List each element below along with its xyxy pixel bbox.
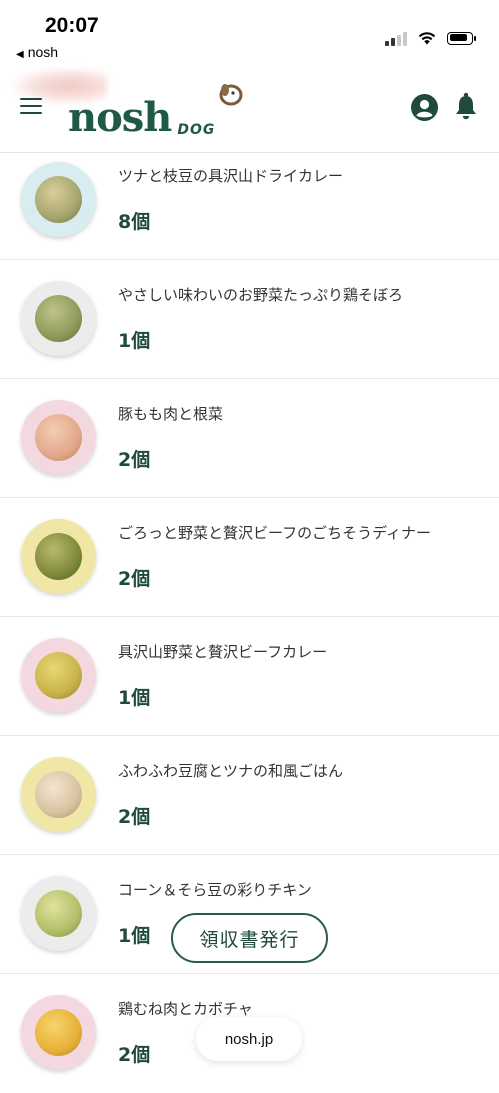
item-quantity: 2個 xyxy=(118,568,151,590)
hamburger-menu-icon[interactable] xyxy=(20,98,42,114)
list-item: ツナと枝豆の具沢山ドライカレー 8個 xyxy=(0,153,499,260)
item-quantity: 8個 xyxy=(118,211,151,233)
item-quantity: 1個 xyxy=(118,330,151,352)
list-item: ごろっと野菜と贅沢ビーフのごちそうディナー 2個 xyxy=(0,498,499,617)
back-triangle-icon: ◀ xyxy=(16,49,24,60)
logo-sub: DOG xyxy=(177,122,216,138)
status-icons xyxy=(385,30,476,46)
nosh-dog-logo[interactable]: nosh DOG xyxy=(68,80,243,142)
logo-word: nosh xyxy=(68,94,172,141)
cellular-signal-icon xyxy=(385,30,407,46)
food-bowl-image xyxy=(21,519,96,594)
list-item: 具沢山野菜と贅沢ビーフカレー 1個 xyxy=(0,617,499,736)
list-item: 豚もも肉と根菜 2個 xyxy=(0,379,499,498)
item-name: 具沢山野菜と贅沢ビーフカレー xyxy=(118,643,328,661)
item-quantity: 1個 xyxy=(118,687,151,709)
app-header: nosh DOG xyxy=(0,68,499,153)
item-name: コーン＆そら豆の彩りチキン xyxy=(118,881,312,899)
item-name: 鶏むね肉とカボチャ xyxy=(118,1000,253,1018)
list-item: ふわふわ豆腐とツナの和風ごはん 2個 xyxy=(0,736,499,855)
back-to-app-link[interactable]: ◀ nosh xyxy=(16,44,58,60)
food-bowl-image xyxy=(21,876,96,951)
food-bowl-image xyxy=(21,995,96,1070)
dog-head-icon xyxy=(219,84,243,106)
item-name: 豚もも肉と根菜 xyxy=(118,405,224,423)
item-quantity: 2個 xyxy=(118,806,151,828)
item-quantity: 2個 xyxy=(118,1044,151,1066)
notification-bell-icon[interactable] xyxy=(454,92,478,120)
account-icon[interactable] xyxy=(411,94,438,121)
food-bowl-image xyxy=(21,400,96,475)
item-quantity: 2個 xyxy=(118,449,151,471)
item-name: ごろっと野菜と贅沢ビーフのごちそうディナー xyxy=(118,524,432,542)
food-bowl-image xyxy=(21,162,96,237)
item-name: やさしい味わいのお野菜たっぷり鶏そぼろ xyxy=(118,286,404,304)
battery-icon xyxy=(447,31,476,45)
list-item: やさしい味わいのお野菜たっぷり鶏そぼろ 1個 xyxy=(0,260,499,379)
item-name: ツナと枝豆の具沢山ドライカレー xyxy=(118,167,344,185)
status-bar: 20:07 ◀ nosh xyxy=(0,0,499,68)
item-quantity: 1個 xyxy=(118,925,151,947)
food-bowl-image xyxy=(21,638,96,713)
back-app-label: nosh xyxy=(27,44,59,60)
status-time: 20:07 xyxy=(45,14,99,37)
food-bowl-image xyxy=(21,281,96,356)
item-name: ふわふわ豆腐とツナの和風ごはん xyxy=(118,762,344,780)
browser-url-pill[interactable]: nosh.jp xyxy=(196,1017,302,1061)
issue-receipt-button[interactable]: 領収書発行 xyxy=(171,913,328,963)
food-bowl-image xyxy=(21,757,96,832)
wifi-icon xyxy=(418,32,436,45)
